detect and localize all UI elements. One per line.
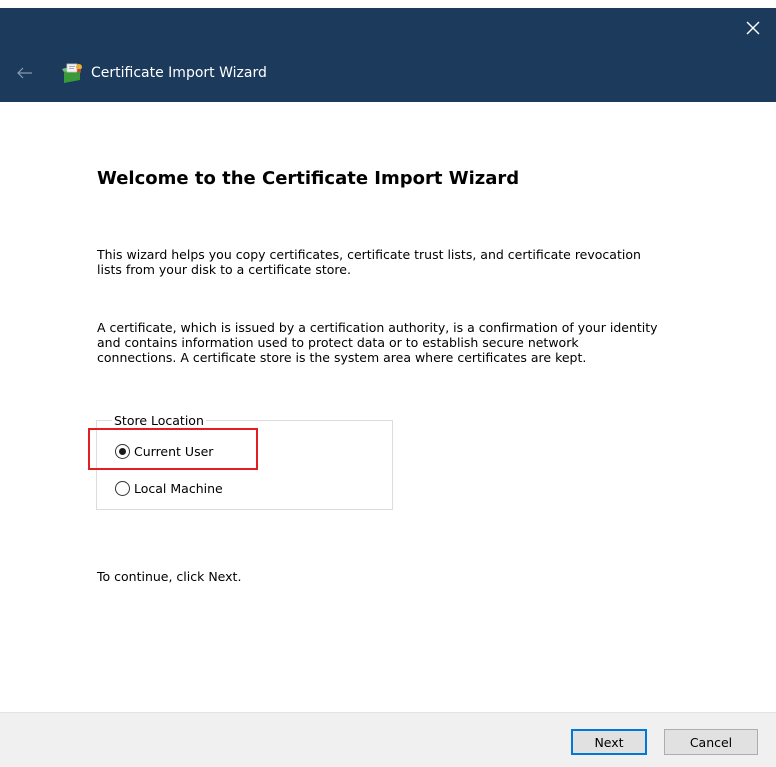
- description-line-1: A certificate, which is issued by a cert…: [97, 320, 658, 335]
- intro-line-1: This wizard helps you copy certificates,…: [97, 247, 641, 262]
- description-line-3: connections. A certificate store is the …: [97, 350, 587, 365]
- current-user-label: Current User: [134, 443, 214, 459]
- certificate-import-wizard-window: Certificate Import Wizard Welcome to the…: [0, 0, 776, 767]
- top-strip: [0, 0, 776, 8]
- page-heading: Welcome to the Certificate Import Wizard: [97, 168, 520, 189]
- certificate-description-paragraph: A certificate, which is issued by a cert…: [97, 320, 737, 365]
- radio-button-selected[interactable]: [115, 443, 130, 459]
- close-button[interactable]: [730, 8, 776, 48]
- current-user-radio[interactable]: Current User: [115, 441, 213, 461]
- back-arrow-icon: [17, 67, 32, 79]
- radio-selected-dot: [119, 447, 126, 455]
- radio-button-unselected[interactable]: [115, 480, 130, 496]
- continue-instruction: To continue, click Next.: [97, 569, 242, 584]
- local-machine-label: Local Machine: [134, 480, 223, 496]
- cancel-button[interactable]: Cancel: [664, 729, 758, 755]
- next-button[interactable]: Next: [571, 729, 647, 755]
- back-button[interactable]: [12, 60, 38, 86]
- store-location-legend: Store Location: [112, 413, 206, 428]
- window-title: Certificate Import Wizard: [91, 65, 267, 81]
- titlebar: Certificate Import Wizard: [0, 8, 776, 102]
- certificate-wizard-icon: [60, 62, 86, 84]
- description-line-2: and contains information used to protect…: [97, 335, 579, 350]
- local-machine-radio[interactable]: Local Machine: [115, 478, 223, 498]
- intro-paragraph: This wizard helps you copy certificates,…: [97, 247, 737, 277]
- wizard-footer: [0, 712, 776, 767]
- intro-line-2: lists from your disk to a certificate st…: [97, 262, 351, 277]
- close-icon: [746, 21, 760, 35]
